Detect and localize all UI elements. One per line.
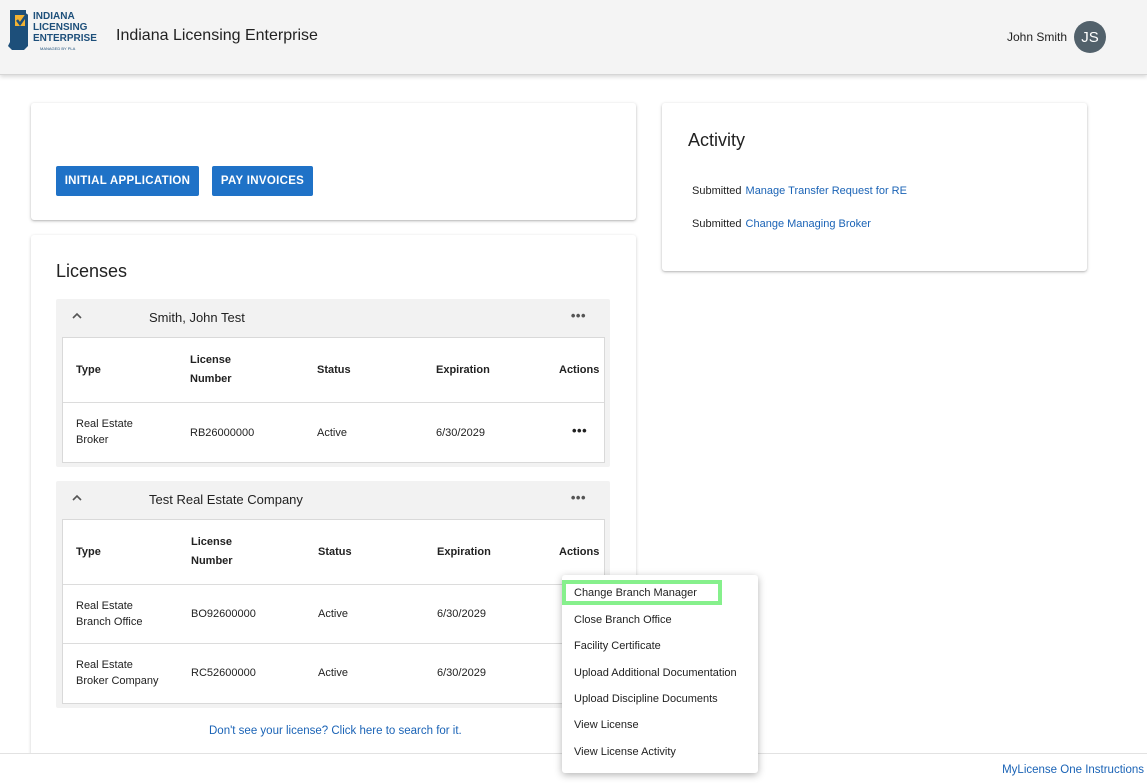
cell-type-line1: Real Estate (76, 659, 133, 671)
cell-expiration: 6/30/2029 (437, 608, 486, 620)
cell-status: Active (318, 608, 348, 620)
cell-type-line2: Broker (76, 434, 109, 446)
cell-license-number: BO92600000 (191, 608, 256, 620)
cell-type-line2: Branch Office (76, 616, 143, 628)
initial-application-button[interactable]: INITIAL APPLICATION (56, 166, 199, 196)
cell-status: Active (318, 667, 348, 679)
activity-title: Activity (688, 130, 746, 150)
top-app-bar: INDIANA LICENSING ENTERPRISE MANAGED BY … (0, 0, 1147, 75)
menu-item-change-branch-manager[interactable]: Change Branch Manager (574, 587, 697, 599)
licenses-card: Licenses Smith, John Test ••• Type Licen… (31, 235, 636, 765)
column-header-number-line2: Number (190, 373, 232, 385)
column-header-status: Status (317, 364, 351, 376)
svg-text:LICENSING: LICENSING (33, 22, 88, 33)
more-options-icon[interactable]: ••• (571, 490, 586, 505)
license-group: Smith, John Test ••• Type License Number… (56, 299, 610, 467)
cell-expiration: 6/30/2029 (436, 427, 485, 439)
cell-license-number: RC52600000 (191, 667, 256, 679)
chevron-up-icon[interactable] (70, 309, 84, 323)
user-name[interactable]: John Smith (1007, 30, 1067, 44)
table-row: Real Estate Broker Company RC52600000 Ac… (63, 644, 604, 703)
quick-actions-card: INITIAL APPLICATION PAY INVOICES (31, 103, 636, 220)
activity-link[interactable]: Change Managing Broker (746, 218, 871, 230)
chevron-up-icon[interactable] (70, 491, 84, 505)
cell-status: Active (317, 427, 347, 439)
activity-card: Activity Submitted Manage Transfer Reques… (662, 103, 1087, 271)
column-header-number-line2: Number (191, 555, 233, 567)
column-header-expiration: Expiration (437, 546, 491, 558)
column-header-type: Type (76, 546, 101, 558)
menu-item-facility-certificate[interactable]: Facility Certificate (574, 640, 661, 652)
search-license-link[interactable]: Don't see your license? Click here to se… (209, 725, 462, 737)
license-table: Type License Number Status Expiration Ac… (62, 519, 605, 704)
cell-type-line2: Broker Company (76, 675, 159, 687)
svg-text:ENTERPRISE: ENTERPRISE (33, 33, 97, 44)
table-row: Real Estate Branch Office BO92600000 Act… (63, 585, 604, 644)
activity-item: Submitted Manage Transfer Request for RE (692, 185, 907, 197)
svg-text:MANAGED BY PLA: MANAGED BY PLA (40, 46, 76, 51)
license-group-name: Test Real Estate Company (149, 492, 303, 507)
cell-type-line1: Real Estate (76, 600, 133, 612)
user-avatar[interactable]: JS (1074, 21, 1106, 53)
activity-prefix: Submitted (692, 185, 742, 197)
cell-type-line1: Real Estate (76, 418, 133, 430)
activity-link[interactable]: Manage Transfer Request for RE (746, 185, 907, 197)
more-options-icon[interactable]: ••• (571, 308, 586, 323)
column-header-number-line1: License (191, 536, 232, 548)
column-header-actions: Actions (559, 546, 600, 558)
licenses-title: Licenses (56, 261, 128, 281)
column-header-status: Status (318, 546, 352, 558)
license-table: Type License Number Status Expiration Ac… (62, 337, 605, 463)
indiana-licensing-logo[interactable]: INDIANA LICENSING ENTERPRISE MANAGED BY … (6, 6, 101, 54)
cell-expiration: 6/30/2029 (437, 667, 486, 679)
row-actions-icon[interactable]: ••• (572, 423, 587, 439)
column-header-expiration: Expiration (436, 364, 490, 376)
row-actions-menu: Change Branch Manager Close Branch Offic… (562, 575, 758, 773)
menu-item-upload-discipline-documents[interactable]: Upload Discipline Documents (574, 693, 718, 705)
table-row: Real Estate Broker RB26000000 Active 6/3… (63, 403, 604, 462)
menu-item-view-license-activity[interactable]: View License Activity (574, 746, 676, 758)
menu-item-view-license[interactable]: View License (574, 719, 639, 731)
column-header-actions: Actions (559, 364, 600, 376)
menu-item-upload-additional-documentation[interactable]: Upload Additional Documentation (574, 667, 737, 679)
activity-prefix: Submitted (692, 218, 742, 230)
table-header: Type License Number Status Expiration Ac… (63, 338, 604, 403)
activity-item: Submitted Change Managing Broker (692, 218, 871, 230)
menu-item-close-branch-office[interactable]: Close Branch Office (574, 614, 672, 626)
column-header-number-line1: License (190, 354, 231, 366)
svg-text:INDIANA: INDIANA (33, 11, 75, 22)
license-group: Test Real Estate Company ••• Type Licens… (56, 481, 610, 708)
license-group-name: Smith, John Test (149, 310, 245, 325)
pay-invoices-button[interactable]: PAY INVOICES (212, 166, 313, 196)
cell-license-number: RB26000000 (190, 427, 255, 439)
column-header-type: Type (76, 364, 101, 376)
instructions-link[interactable]: MyLicense One Instructions (1002, 764, 1144, 776)
table-header: Type License Number Status Expiration Ac… (63, 520, 604, 585)
app-title: Indiana Licensing Enterprise (116, 27, 318, 44)
